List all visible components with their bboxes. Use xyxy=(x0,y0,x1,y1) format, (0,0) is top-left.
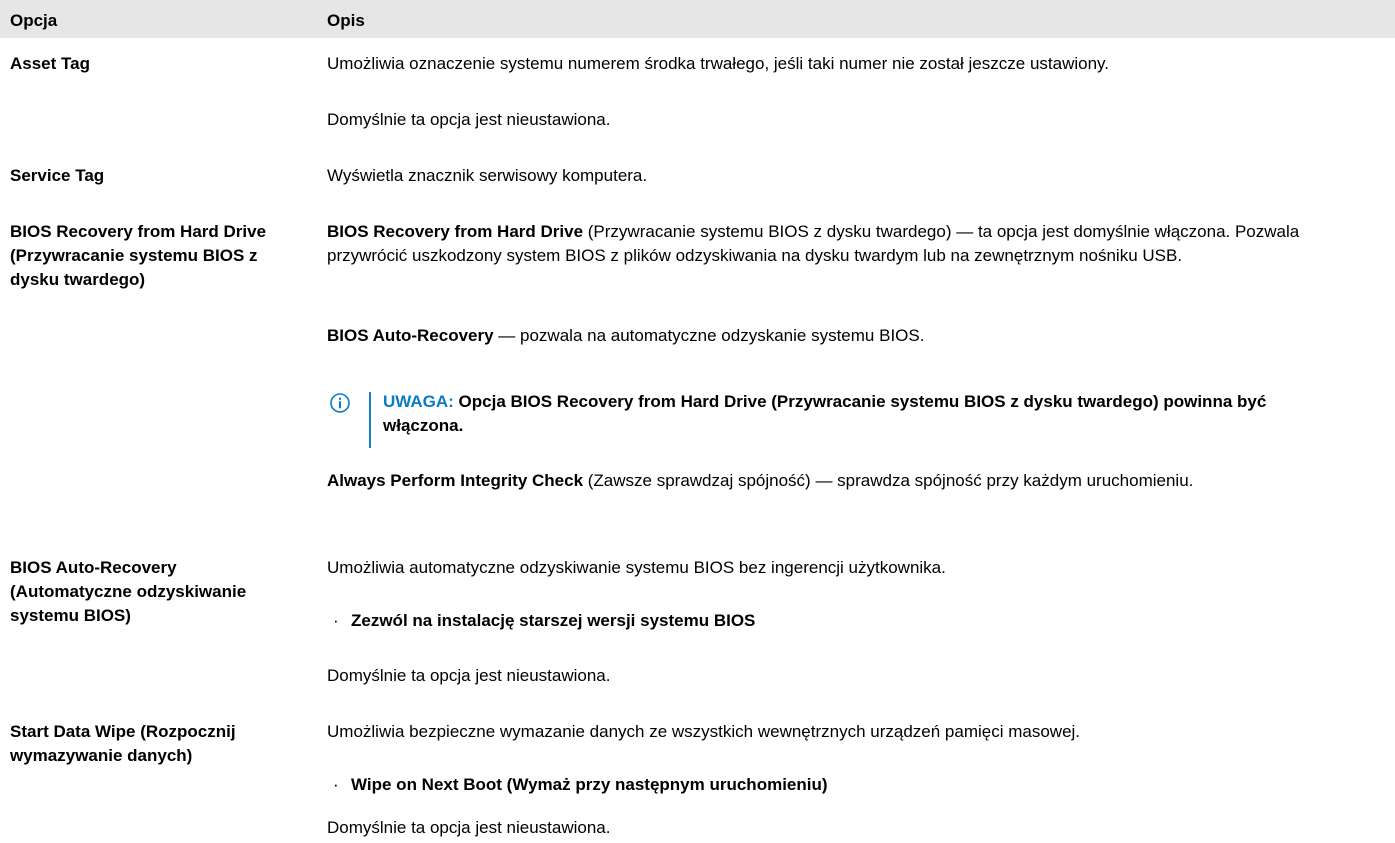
info-circle-icon xyxy=(329,392,351,414)
bios-auto-recovery-term: BIOS Auto-Recovery xyxy=(327,326,494,345)
option-start-data-wipe: Start Data Wipe (Rozpocznij wymazywanie … xyxy=(10,722,236,765)
header-option: Opcja xyxy=(10,11,58,30)
bullet-icon: · xyxy=(333,611,339,630)
bios-recovery-term: BIOS Recovery from Hard Drive xyxy=(327,222,584,241)
bios-auto-recovery-description: BIOS Auto-Recovery — pozwala na automaty… xyxy=(327,324,1387,348)
option-service-tag: Service Tag xyxy=(10,166,105,185)
service-tag-description: Wyświetla znacznik serwisowy komputera. xyxy=(327,166,648,185)
note-divider xyxy=(369,392,371,448)
asset-tag-description: Umożliwia oznaczenie systemu numerem śro… xyxy=(327,54,1109,73)
option-asset-tag: Asset Tag xyxy=(10,54,90,73)
header-description: Opis xyxy=(327,11,365,30)
data-wipe-default: Domyślnie ta opcja jest nieustawiona. xyxy=(327,818,611,837)
bios-auto-bullet: Zezwól na instalację starszej wersji sys… xyxy=(351,611,756,630)
integrity-check-term: Always Perform Integrity Check xyxy=(327,471,584,490)
bios-auto-default: Domyślnie ta opcja jest nieustawiona. xyxy=(327,666,611,685)
note-label: UWAGA: xyxy=(383,392,454,411)
note-body: Opcja BIOS Recovery from Hard Drive (Prz… xyxy=(383,392,1267,435)
bios-recovery-description: BIOS Recovery from Hard Drive (Przywraca… xyxy=(327,220,1337,268)
integrity-check-text: (Zawsze sprawdzaj spójność) — sprawdza s… xyxy=(583,471,1194,490)
table-header: Opcja Opis xyxy=(0,0,1395,38)
option-bios-recovery: BIOS Recovery from Hard Drive (Przywraca… xyxy=(10,222,267,289)
bios-auto-description: Umożliwia automatyczne odzyskiwanie syst… xyxy=(327,558,946,577)
integrity-check-description: Always Perform Integrity Check (Zawsze s… xyxy=(327,469,1337,493)
bios-auto-recovery-text: — pozwala na automatyczne odzyskanie sys… xyxy=(493,326,925,345)
option-bios-auto-recovery: BIOS Auto-Recovery (Automatyczne odzyski… xyxy=(10,558,247,625)
asset-tag-default: Domyślnie ta opcja jest nieustawiona. xyxy=(327,110,611,129)
data-wipe-bullet: Wipe on Next Boot (Wymaż przy następnym … xyxy=(351,775,828,794)
note-text: UWAGA: Opcja BIOS Recovery from Hard Dri… xyxy=(383,390,1343,438)
bullet-icon: · xyxy=(333,775,339,794)
data-wipe-description: Umożliwia bezpieczne wymazanie danych ze… xyxy=(327,722,1081,741)
